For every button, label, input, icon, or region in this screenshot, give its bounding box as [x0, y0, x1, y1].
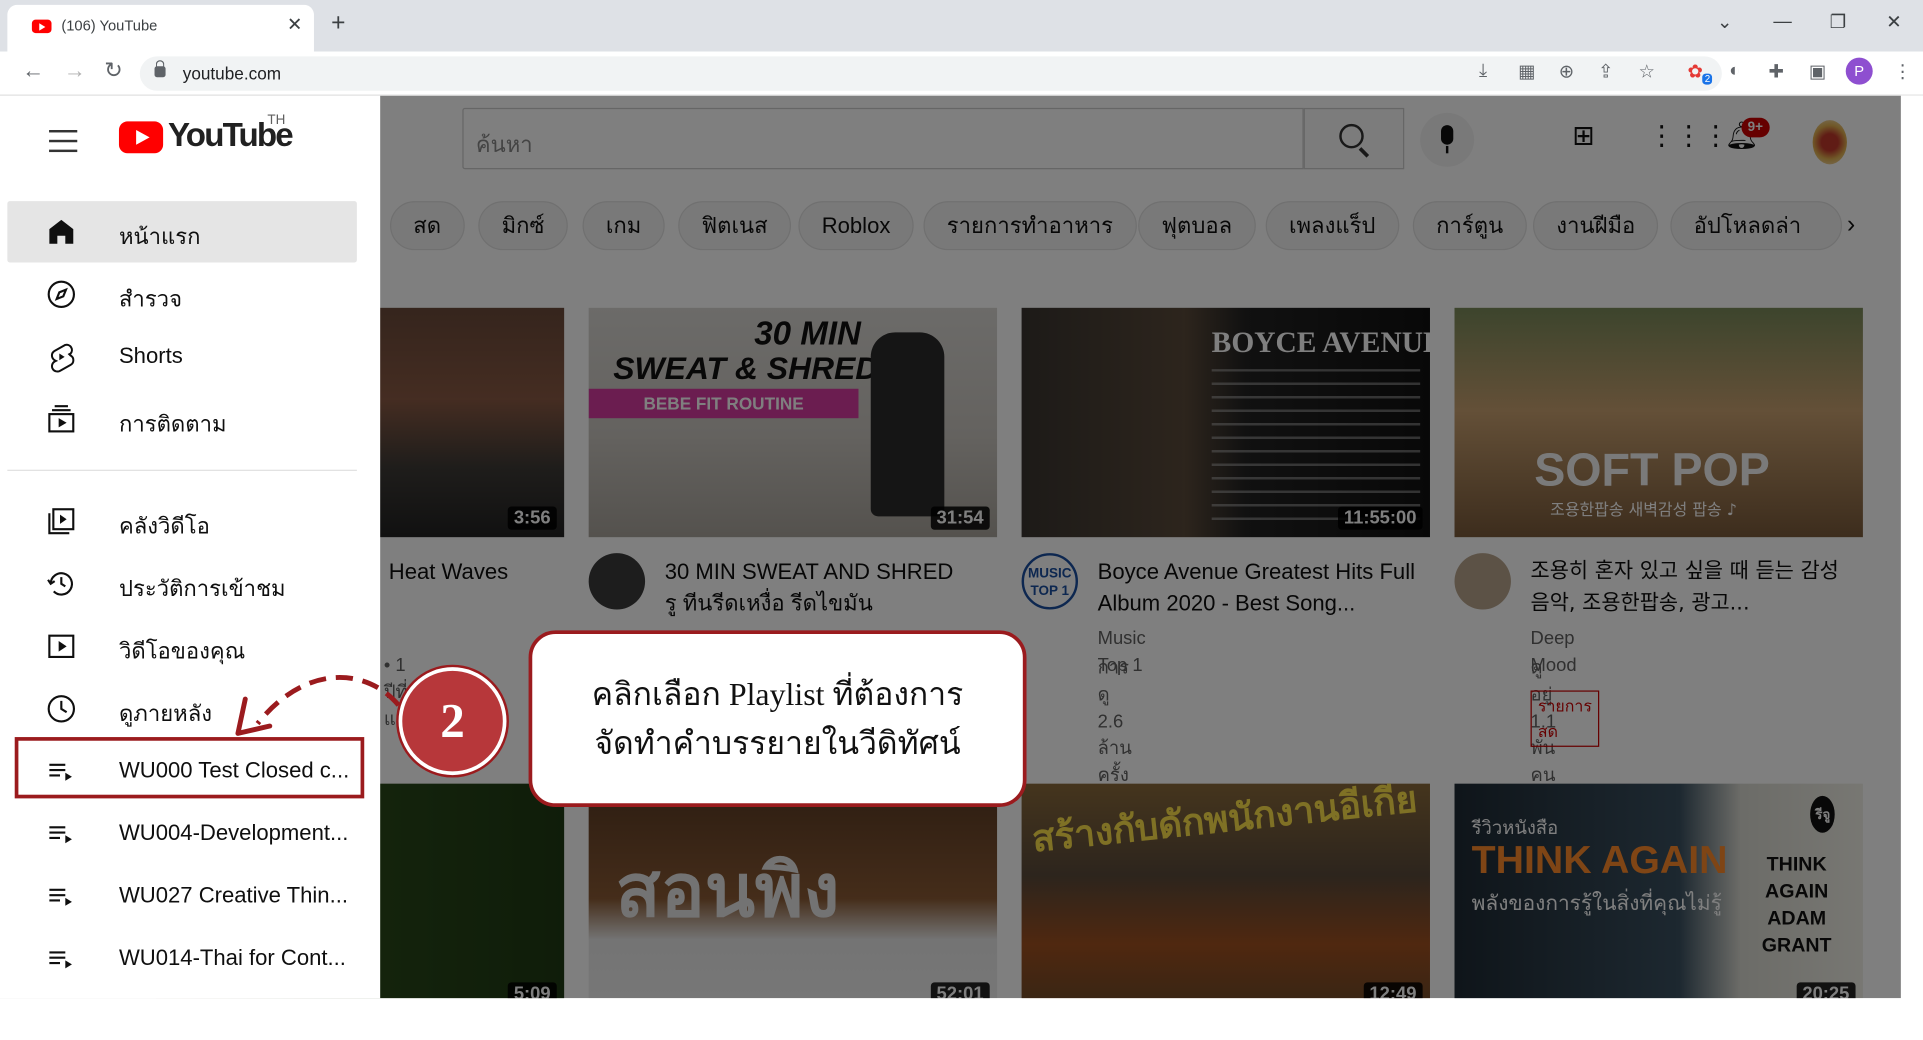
- sidebar-item-label: สำรวจ: [118, 286, 183, 312]
- playlist-icon: [49, 826, 72, 844]
- youtube-logo-icon[interactable]: [118, 121, 164, 154]
- scaled-canvas: (106) YouTube ✕ + ⌄ — ❐ ✕ ← → ↻ youtube.…: [0, 0, 1923, 1040]
- sidebar-item-label: หน้าแรก: [118, 224, 201, 249]
- history-icon: [47, 572, 73, 596]
- sidebar-divider: [7, 469, 357, 471]
- sidebar-item-history[interactable]: ประวัติการเข้าชม: [7, 553, 357, 614]
- side-panel-icon[interactable]: ▣: [1809, 60, 1826, 82]
- country-code: TH: [267, 112, 286, 128]
- browser-toolbar: ← → ↻ youtube.com ⤓ ▦ ⊕ ⇪ ☆ ✿ 2 ◐ ✚ ▣ P …: [0, 51, 1923, 96]
- youtube-favicon-icon: [31, 19, 52, 34]
- extension-badge: 2: [1702, 73, 1713, 85]
- explore-icon: [47, 280, 76, 309]
- back-icon[interactable]: ←: [22, 58, 44, 84]
- lock-icon[interactable]: [154, 60, 166, 78]
- playlist-icon: [49, 951, 72, 969]
- screenshot-root: (106) YouTube ✕ + ⌄ — ❐ ✕ ← → ↻ youtube.…: [0, 0, 1923, 1040]
- sidebar-item-label: การติดตาม: [118, 412, 227, 437]
- restore-icon[interactable]: ❐: [1830, 11, 1846, 33]
- sidebar-item-playlist-wu027[interactable]: WU027 Creative Thin...: [7, 866, 357, 927]
- forward-icon[interactable]: →: [64, 58, 86, 84]
- library-icon: [48, 508, 75, 535]
- minimize-icon[interactable]: —: [1773, 11, 1791, 32]
- sidebar-item-label: ประวัติการเข้าชม: [118, 576, 286, 601]
- sidebar-guide: YouTube TH หน้าแรก สำรวจ Shorts การติดตา…: [0, 95, 381, 999]
- annotation-arrow-icon: [235, 675, 401, 736]
- instruction-callout: คลิกเลือก Playlist ที่ต้องการ จัดทำคำบรร…: [528, 630, 1027, 807]
- sidebar-item-label: WU027 Creative Thin...: [118, 883, 348, 908]
- hamburger-menu-icon[interactable]: [49, 129, 78, 159]
- sidebar-item-playlist-wu014[interactable]: WU014-Thai for Cont...: [7, 928, 357, 989]
- share-icon[interactable]: ⇪: [1598, 60, 1613, 82]
- step-number-badge: 2: [398, 667, 507, 776]
- callout-line-2: จัดทำคำบรรยายในวีดิทัศน์: [594, 726, 961, 762]
- sidebar-item-label: ดูภายหลัง: [118, 701, 213, 727]
- tab-search-icon[interactable]: ⌄: [1717, 11, 1732, 33]
- sidebar-item-home[interactable]: หน้าแรก: [7, 201, 357, 263]
- tab-close-icon[interactable]: ✕: [287, 13, 302, 36]
- playlist-icon: [49, 888, 72, 906]
- sidebar-item-subscriptions[interactable]: การติดตาม: [7, 389, 357, 450]
- bottom-margin: [0, 998, 1923, 1040]
- sidebar-item-library[interactable]: คลังวิดีโอ: [7, 491, 357, 552]
- url-text: youtube.com: [182, 63, 282, 84]
- shorts-icon: [50, 343, 75, 373]
- profile-avatar[interactable]: P: [1845, 57, 1873, 85]
- menu-kebab-icon[interactable]: ⋮: [1894, 60, 1912, 82]
- sidebar-item-label: WU004-Development...: [118, 820, 349, 845]
- zoom-icon[interactable]: ⊕: [1559, 60, 1574, 82]
- reload-icon[interactable]: ↻: [104, 58, 123, 84]
- window-close-icon[interactable]: ✕: [1886, 11, 1901, 33]
- subscriptions-icon: [48, 405, 75, 433]
- extension-2-icon[interactable]: ◐: [1729, 60, 1740, 81]
- tab-title: (106) YouTube: [61, 17, 158, 35]
- sidebar-item-label: WU014-Thai for Cont...: [118, 945, 346, 971]
- install-icon[interactable]: ⤓: [1479, 60, 1487, 81]
- extensions-puzzle-icon[interactable]: ✚: [1768, 60, 1783, 82]
- your-videos-icon: [48, 634, 75, 659]
- sidebar-item-playlist-wu004[interactable]: WU004-Development...: [7, 803, 357, 864]
- browser-tabstrip: (106) YouTube ✕ + ⌄ — ❐ ✕: [0, 0, 1923, 52]
- sidebar-item-shorts[interactable]: Shorts: [7, 326, 357, 387]
- sidebar-item-label: Shorts: [118, 343, 183, 368]
- translate-icon[interactable]: ▦: [1518, 60, 1535, 82]
- extension-icon[interactable]: ✿: [1688, 60, 1703, 82]
- bookmark-star-icon[interactable]: ☆: [1638, 60, 1654, 82]
- callout-line-1: คลิกเลือก Playlist ที่ต้องการ: [591, 676, 964, 713]
- new-tab-button[interactable]: +: [331, 10, 345, 38]
- sidebar-item-label: คลังวิดีโอ: [118, 513, 210, 539]
- sidebar-item-explore[interactable]: สำรวจ: [7, 264, 357, 325]
- watch-later-icon: [47, 695, 76, 723]
- home-icon: [49, 219, 74, 244]
- browser-tab[interactable]: (106) YouTube ✕: [7, 4, 314, 52]
